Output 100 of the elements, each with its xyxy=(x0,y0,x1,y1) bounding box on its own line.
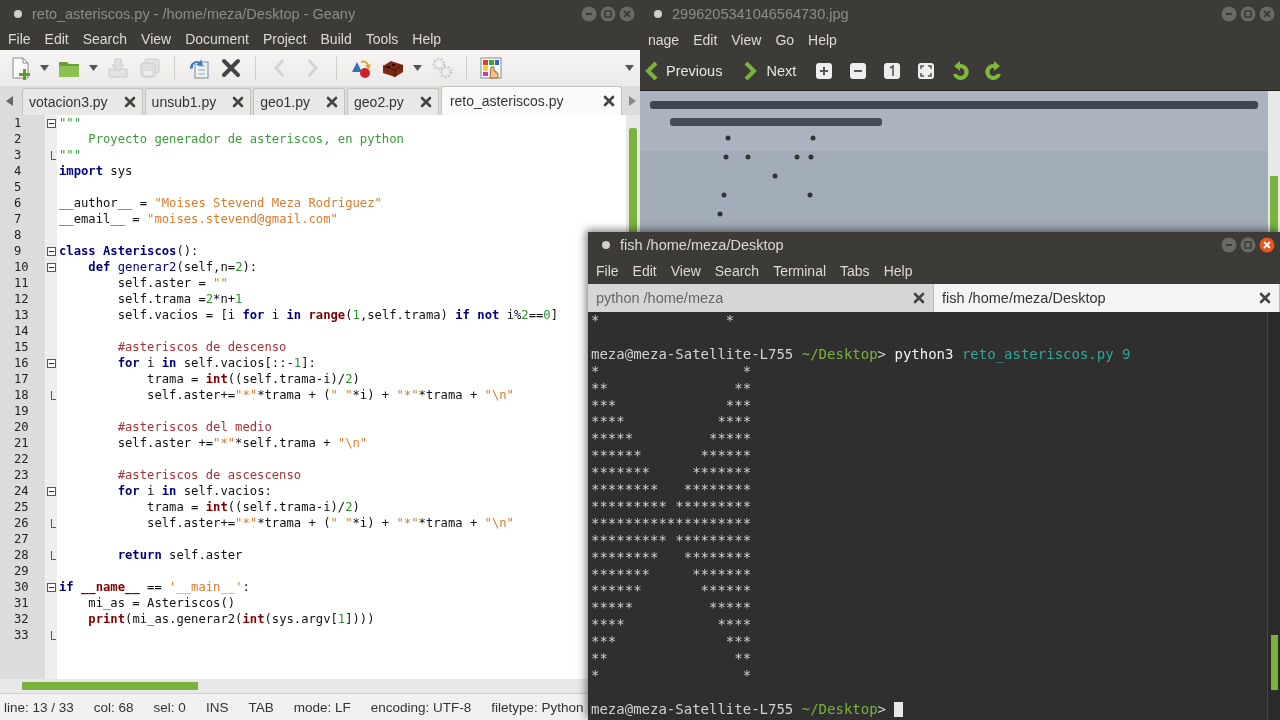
close-icon[interactable] xyxy=(123,96,136,108)
scrollbar[interactable] xyxy=(1268,91,1280,232)
fold-toggle-icon[interactable] xyxy=(46,486,56,496)
menu-item[interactable]: Help xyxy=(801,32,844,48)
chevron-right-icon xyxy=(744,61,759,81)
fold-toggle-icon[interactable] xyxy=(46,582,56,592)
close-icon[interactable] xyxy=(326,96,339,108)
window-title: 2996205341046564730.jpg xyxy=(672,6,850,22)
line-number: 9 xyxy=(13,243,23,259)
menu-item[interactable]: Search xyxy=(707,263,767,279)
menu-item[interactable]: File xyxy=(1,31,38,47)
scrollbar[interactable] xyxy=(626,115,640,232)
code-line: return self.aster xyxy=(116,547,243,563)
terminal-tab[interactable]: fish /home/meza/Desktop xyxy=(934,284,1280,312)
line-number: 31 xyxy=(13,595,30,611)
menu-item[interactable]: Tools xyxy=(358,31,406,47)
menu-item[interactable]: Project xyxy=(255,31,314,47)
menu-item[interactable]: Document xyxy=(178,31,256,47)
close-icon[interactable] xyxy=(232,96,245,108)
color-grid-icon[interactable] xyxy=(479,56,503,80)
close-icon[interactable] xyxy=(419,96,432,108)
line-number: 8 xyxy=(13,227,23,243)
zoom-out-icon[interactable] xyxy=(848,61,869,81)
line-number: 12 xyxy=(13,291,30,307)
app-icon xyxy=(14,10,22,18)
code-line: for i in self.vacios: xyxy=(116,483,272,499)
line-number: 11 xyxy=(13,275,30,291)
fold-toggle-icon[interactable] xyxy=(46,262,56,272)
code-line: trama = int((self.trama-i)/2) xyxy=(146,371,360,387)
line-number: 25 xyxy=(13,499,30,515)
caret-icon[interactable] xyxy=(40,65,49,71)
file-tab[interactable]: reto_asteriscos.py xyxy=(440,86,623,115)
file-tab[interactable]: unsub1.py xyxy=(144,88,252,115)
caret-icon[interactable] xyxy=(89,65,98,71)
caret-icon[interactable] xyxy=(413,65,422,71)
menu-item[interactable]: Build xyxy=(313,31,359,47)
status-item: sel: 0 xyxy=(153,699,186,715)
line-number: 3 xyxy=(13,147,23,163)
status-item: encoding: UTF-8 xyxy=(370,699,472,715)
line-number: 26 xyxy=(13,515,30,531)
menu-item[interactable]: File xyxy=(589,263,626,279)
close-icon[interactable] xyxy=(913,292,925,304)
actual-size-icon[interactable] xyxy=(882,61,903,81)
status-item: TAB xyxy=(248,699,274,715)
rotate-left-icon[interactable] xyxy=(950,61,971,81)
menu-item[interactable]: Help xyxy=(876,263,920,279)
line-number: 22 xyxy=(13,451,30,467)
menu-item[interactable]: Edit xyxy=(625,263,664,279)
next-button[interactable]: Next xyxy=(740,61,801,81)
app-icon xyxy=(654,10,662,18)
menu-item[interactable]: Terminal xyxy=(766,263,834,279)
zoom-in-icon[interactable] xyxy=(814,61,835,81)
code-line: mi_as = Asteriscos() xyxy=(87,595,236,611)
menu-item[interactable]: Tabs xyxy=(833,263,877,279)
status-item: col: 68 xyxy=(93,699,134,715)
scroll-left-icon[interactable] xyxy=(6,95,14,106)
menu-item[interactable]: Edit xyxy=(686,32,725,48)
caret-icon[interactable] xyxy=(625,65,634,71)
menu-item[interactable]: View xyxy=(724,32,769,48)
close-icon[interactable] xyxy=(603,95,616,107)
file-tab[interactable]: geo2.py xyxy=(347,88,439,115)
code-line: #asteriscos de ascescenso xyxy=(116,467,302,483)
terminal-output: * * xyxy=(591,312,735,329)
line-number: 20 xyxy=(13,419,30,435)
code-line: self.trama =2*n+1 xyxy=(116,291,243,307)
file-tab[interactable]: geo1.py xyxy=(253,88,346,115)
menu-item[interactable]: View xyxy=(134,31,179,47)
window-title: fish /home/meza/Desktop xyxy=(620,237,785,253)
close-icon[interactable] xyxy=(219,56,243,80)
previous-button[interactable]: Previous xyxy=(640,61,727,81)
line-number: 17 xyxy=(13,371,30,387)
terminal-tab[interactable]: python /home/meza xyxy=(588,284,934,312)
fold-toggle-icon[interactable] xyxy=(46,118,56,128)
scrollbar[interactable] xyxy=(1267,312,1280,720)
prompt-line: meza@meza-Satellite-L755 ~/Desktop> xyxy=(591,700,887,718)
status-item: INS xyxy=(205,699,229,715)
menu-item[interactable]: nage xyxy=(641,32,687,48)
menu-item[interactable]: Help xyxy=(405,31,449,47)
line-number: 27 xyxy=(13,531,30,547)
code-line: self.aster+="*"*trama + (" "*i) + "*"*trama + "\n" xyxy=(146,387,514,403)
scroll-right-icon[interactable] xyxy=(628,95,637,106)
file-tab[interactable]: votacion3.py xyxy=(22,88,143,115)
line-number: 19 xyxy=(13,403,30,419)
line-number: 28 xyxy=(13,547,30,563)
code-line: print(mi_as.generar2(int(sys.argv[1]))) xyxy=(87,611,375,627)
scrollbar[interactable] xyxy=(0,679,588,693)
code-line: """ xyxy=(58,115,81,131)
fold-toggle-icon[interactable] xyxy=(46,358,56,368)
menu-item[interactable]: Search xyxy=(75,31,135,47)
fit-icon[interactable] xyxy=(916,61,937,81)
line-number: 29 xyxy=(13,563,30,579)
fold-toggle-icon[interactable] xyxy=(46,246,56,256)
code-line: trama = int((self.trama-i)/2) xyxy=(146,499,360,515)
menu-item[interactable]: Edit xyxy=(37,31,76,47)
close-button[interactable] xyxy=(1259,237,1275,253)
line-number: 7 xyxy=(13,211,23,227)
status-item: mode: LF xyxy=(293,699,351,715)
close-icon[interactable] xyxy=(1259,292,1271,304)
menu-item[interactable]: Go xyxy=(768,32,802,48)
menu-item[interactable]: View xyxy=(663,263,708,279)
